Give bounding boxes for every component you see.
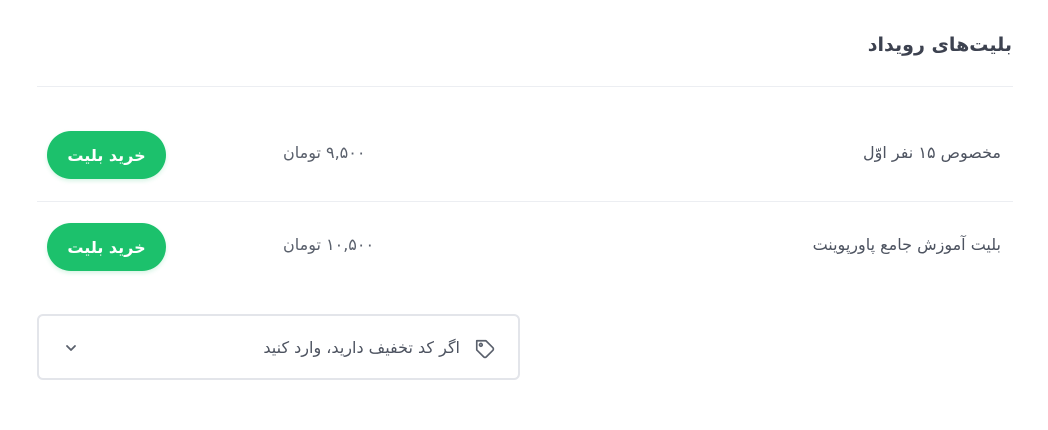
ticket-price: ۹,۵۰۰ تومان [283, 143, 366, 162]
buy-ticket-button[interactable]: خرید بلیت [47, 131, 166, 179]
discount-code-label: اگر کد تخفیف دارید، وارد کنید [263, 338, 460, 357]
tag-icon [474, 338, 496, 360]
ticket-price: ۱۰,۵۰۰ تومان [283, 235, 375, 254]
section-title: بلیت‌های رویداد [867, 34, 1012, 56]
ticket-row: مخصوص ۱۵ نفر اوّل ۹,۵۰۰ تومان خرید بلیت [37, 129, 1013, 181]
chevron-down-icon [63, 340, 79, 356]
ticket-name: مخصوص ۱۵ نفر اوّل [863, 143, 1001, 162]
ticket-name: بلیت آموزش جامع پاورپوینت [812, 235, 1001, 254]
header-divider [37, 86, 1013, 87]
ticket-row: بلیت آموزش جامع پاورپوینت ۱۰,۵۰۰ تومان خ… [37, 221, 1013, 273]
row-divider [37, 201, 1013, 202]
event-tickets-panel: بلیت‌های رویداد مخصوص ۱۵ نفر اوّل ۹,۵۰۰ … [0, 0, 1048, 430]
buy-ticket-button[interactable]: خرید بلیت [47, 223, 166, 271]
discount-code-toggle[interactable]: اگر کد تخفیف دارید، وارد کنید [37, 314, 520, 380]
